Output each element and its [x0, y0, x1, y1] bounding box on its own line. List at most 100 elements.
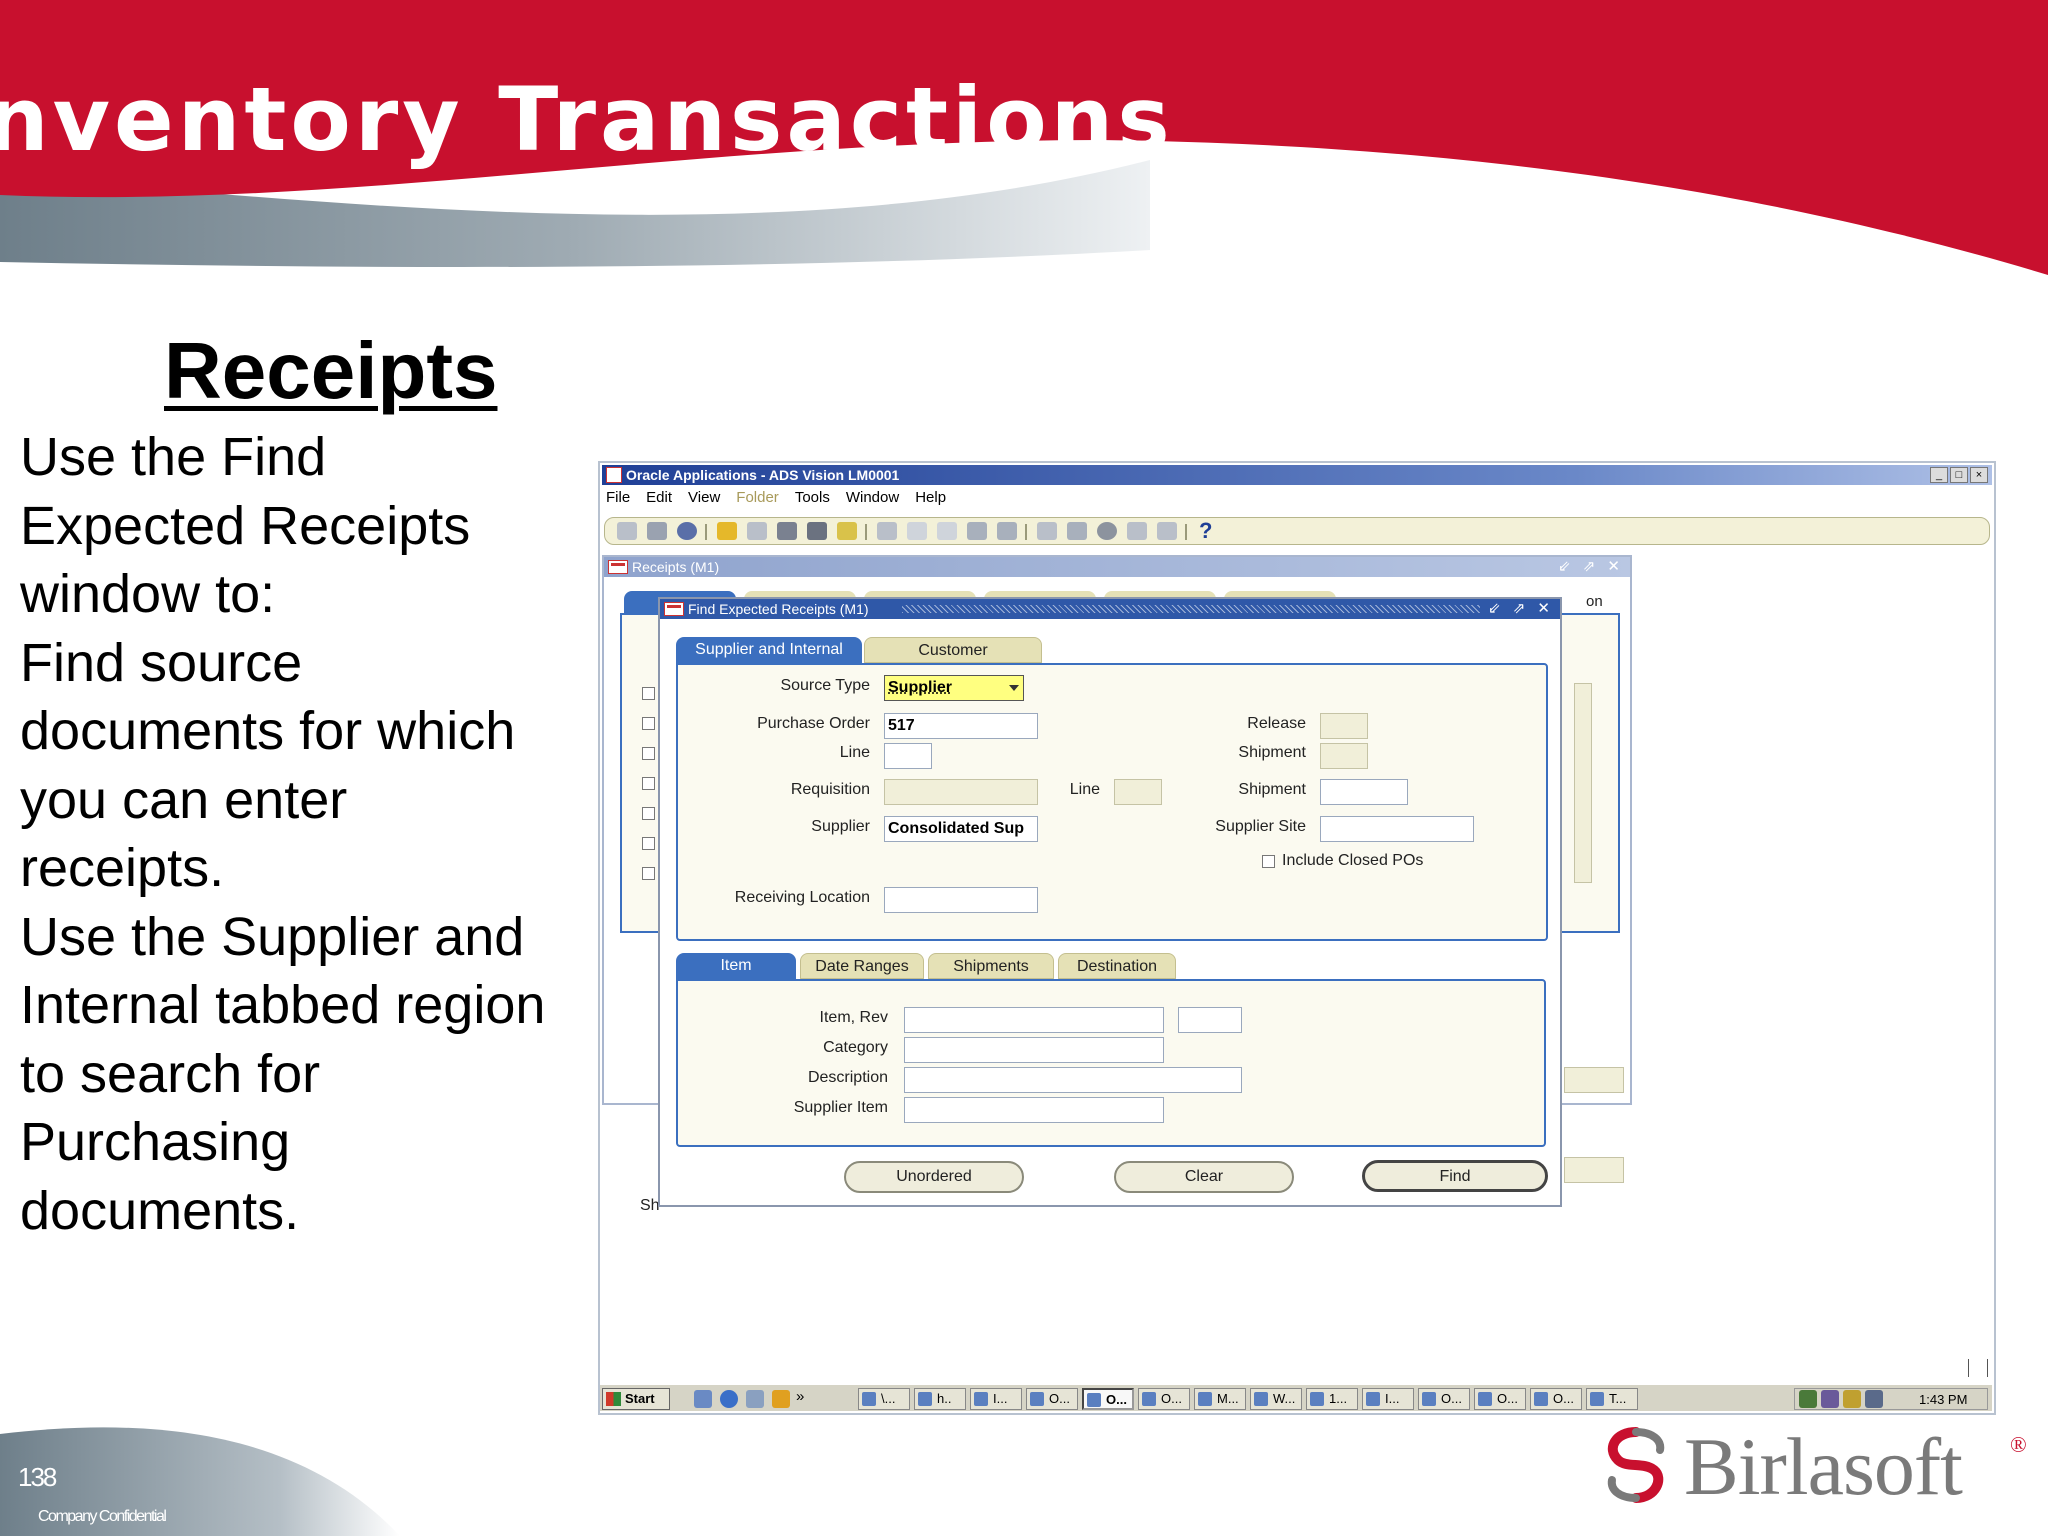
- receipt-line-checkbox[interactable]: [642, 777, 655, 790]
- receipt-line-checkbox[interactable]: [642, 747, 655, 760]
- body-line: Use the Find: [20, 427, 327, 487]
- menu-bar: File Edit View Folder Tools Window Help: [606, 489, 946, 509]
- purchase-order-input[interactable]: 517: [884, 713, 1038, 739]
- supplier-site-label: Supplier Site: [1215, 818, 1306, 835]
- birlasoft-swirl-icon: [1607, 1427, 1665, 1503]
- requisition-label: Requisition: [790, 781, 870, 798]
- supplier-item-label: Supplier Item: [793, 1099, 888, 1116]
- body-line: documents for which: [20, 701, 516, 761]
- open-icon[interactable]: [647, 522, 667, 540]
- receiving-location-input[interactable]: [884, 887, 1038, 913]
- save-icon[interactable]: [677, 522, 697, 540]
- toolbar-separator: [865, 524, 867, 540]
- source-type-select[interactable]: Supplier: [884, 675, 1024, 701]
- category-input[interactable]: [904, 1037, 1164, 1063]
- tab-item[interactable]: Item: [676, 953, 796, 979]
- body-line: window to:: [20, 564, 276, 624]
- form-window-controls[interactable]: ⇙ ⇗ ✕: [1558, 557, 1624, 577]
- release-input[interactable]: [1320, 713, 1368, 739]
- navigator-icon[interactable]: [717, 522, 737, 540]
- clear-record-icon[interactable]: [967, 522, 987, 540]
- requisition-input[interactable]: [884, 779, 1038, 805]
- window-titlebar[interactable]: Oracle Applications - ADS Vision LM0001 …: [602, 465, 1992, 485]
- slide-title: nventory Transactions: [0, 68, 1174, 171]
- receipts-scrollbar[interactable]: [1574, 683, 1592, 883]
- find-dialog-titlebar[interactable]: Find Expected Receipts (M1) ⇙ ⇗ ✕: [660, 599, 1560, 619]
- po-line-label: Line: [839, 744, 870, 761]
- receipt-line-checkbox[interactable]: [642, 687, 655, 700]
- dialog-window-controls[interactable]: ⇙ ⇗ ✕: [1488, 599, 1554, 619]
- requisition-line-label: Line: [1069, 781, 1100, 798]
- revision-input[interactable]: [1178, 1007, 1242, 1033]
- menu-tools[interactable]: Tools: [795, 489, 830, 509]
- po-shipment-input[interactable]: [1320, 743, 1368, 769]
- supplier-item-input[interactable]: [904, 1097, 1164, 1123]
- minimize-button[interactable]: _: [1930, 467, 1948, 483]
- print-icon[interactable]: [747, 522, 767, 540]
- unordered-button[interactable]: Unordered: [844, 1161, 1024, 1193]
- zoom-icon[interactable]: [1067, 522, 1087, 540]
- cut-icon[interactable]: [877, 522, 897, 540]
- po-line-input[interactable]: [884, 743, 932, 769]
- toolbar-separator: [705, 524, 707, 540]
- receipts-field[interactable]: [1564, 1157, 1624, 1183]
- confidential-note: Company Confidential: [38, 1508, 167, 1525]
- tab-date-ranges[interactable]: Date Ranges: [800, 953, 924, 979]
- copy-icon[interactable]: [907, 522, 927, 540]
- tab-shipments[interactable]: Shipments: [928, 953, 1054, 979]
- maximize-button[interactable]: □: [1950, 467, 1968, 483]
- req-shipment-input[interactable]: [1320, 779, 1408, 805]
- receipts-form-title: Receipts (M1): [632, 559, 720, 575]
- supplier-input[interactable]: Consolidated Sup: [884, 816, 1038, 842]
- include-closed-pos-label: Include Closed POs: [1282, 852, 1424, 869]
- tab-customer[interactable]: Customer: [864, 637, 1042, 663]
- body-line: Internal tabbed region: [20, 975, 546, 1035]
- help-icon[interactable]: ?: [1199, 518, 1212, 544]
- release-label: Release: [1247, 715, 1306, 732]
- menu-edit[interactable]: Edit: [646, 489, 672, 509]
- description-input[interactable]: [904, 1067, 1242, 1093]
- oracle-form-icon: [608, 560, 628, 574]
- tab-destination[interactable]: Destination: [1058, 953, 1176, 979]
- titlebar-hatch: [902, 605, 1480, 613]
- delete-record-icon[interactable]: [997, 522, 1017, 540]
- attachments-icon[interactable]: [1127, 522, 1147, 540]
- receipts-form-titlebar[interactable]: Receipts (M1) ⇙ ⇗ ✕: [604, 557, 1630, 577]
- globe-icon[interactable]: [1097, 522, 1117, 540]
- supplier-site-input[interactable]: [1320, 816, 1474, 842]
- oracle-app-icon: [606, 467, 622, 483]
- receipt-line-checkbox[interactable]: [642, 867, 655, 880]
- folder-tools-icon[interactable]: [1157, 522, 1177, 540]
- paste-icon[interactable]: [937, 522, 957, 540]
- receipts-tab-partial[interactable]: on: [1586, 593, 1603, 610]
- req-shipment-label: Shipment: [1238, 781, 1306, 798]
- window-title: Oracle Applications - ADS Vision LM0001: [626, 467, 900, 483]
- find-dialog-title: Find Expected Receipts (M1): [688, 601, 869, 617]
- close-form-icon[interactable]: [777, 522, 797, 540]
- tab-supplier-and-internal[interactable]: Supplier and Internal: [676, 637, 862, 663]
- registered-mark: ®: [2010, 1432, 2027, 1457]
- new-icon[interactable]: [617, 522, 637, 540]
- menu-window[interactable]: Window: [846, 489, 899, 509]
- body-line: Find source: [20, 632, 303, 693]
- receipt-line-checkbox[interactable]: [642, 807, 655, 820]
- receiving-location-label: Receiving Location: [734, 889, 870, 906]
- include-closed-pos-checkbox[interactable]: [1262, 855, 1275, 868]
- item-panel: Item, Rev Category Description Supplier …: [676, 979, 1546, 1147]
- translations-icon[interactable]: [837, 522, 857, 540]
- category-label: Category: [823, 1039, 888, 1056]
- new-record-icon[interactable]: [807, 522, 827, 540]
- menu-view[interactable]: View: [688, 489, 720, 509]
- menu-folder: Folder: [736, 489, 779, 506]
- menu-file[interactable]: File: [606, 489, 630, 509]
- item-input[interactable]: [904, 1007, 1164, 1033]
- clear-button[interactable]: Clear: [1114, 1161, 1294, 1193]
- receipts-field[interactable]: [1564, 1067, 1624, 1093]
- receipt-line-checkbox[interactable]: [642, 837, 655, 850]
- edit-field-icon[interactable]: [1037, 522, 1057, 540]
- requisition-line-input[interactable]: [1114, 779, 1162, 805]
- receipt-line-checkbox[interactable]: [642, 717, 655, 730]
- menu-help[interactable]: Help: [915, 489, 946, 509]
- close-button[interactable]: ×: [1970, 467, 1988, 483]
- find-button[interactable]: Find: [1362, 1160, 1548, 1192]
